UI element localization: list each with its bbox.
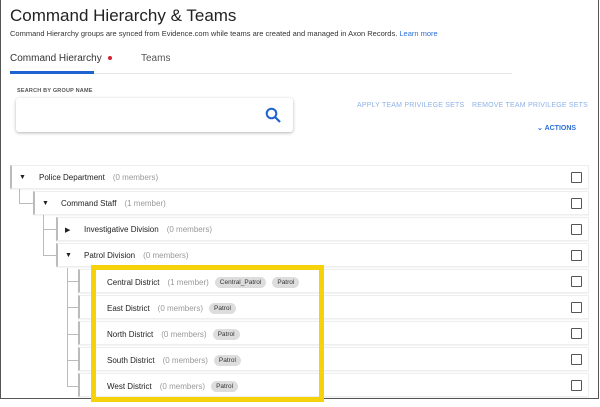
tree-connector [67,386,78,387]
row-checkbox[interactable] [571,354,582,365]
row-checkbox[interactable] [571,250,582,261]
team-chip: Patrol [211,381,239,392]
caret-down-icon[interactable]: ▼ [65,252,72,259]
group-name: South District [107,356,155,365]
page-title: Command Hierarchy & Teams [10,6,237,25]
group-name: East District [107,304,150,313]
group-name: Patrol Division [84,251,136,260]
tab-teams[interactable]: Teams [141,53,170,64]
active-tab-underline [10,71,94,74]
learn-more-link[interactable]: Learn more [399,29,437,38]
tree-row-east-district[interactable]: East District (0 members) Patrol [78,295,589,319]
chevron-down-icon: ⌄ [537,125,543,132]
actions-button[interactable]: ⌄ ACTIONS [537,124,576,132]
apply-team-privilege-sets-button[interactable]: APPLY TEAM PRIVILEGE SETS [357,102,464,109]
member-count: (0 members) [143,251,189,260]
member-count: (0 members) [162,356,208,365]
remove-team-privilege-sets-button[interactable]: REMOVE TEAM PRIVILEGE SETS [472,102,588,109]
team-chip: Patrol [213,355,241,366]
row-checkbox[interactable] [571,172,582,183]
caret-down-icon[interactable]: ▼ [42,200,49,207]
tree-row-south-district[interactable]: South District (0 members) Patrol [78,347,589,371]
member-count: (0 members) [159,382,206,391]
tree-row-investigative-division[interactable]: ▶ Investigative Division (0 members) [56,217,589,241]
tree-connector [43,229,56,230]
member-count: (0 members) [161,330,207,339]
team-chip: Central_Patrol [214,277,267,288]
caret-down-icon[interactable]: ▼ [19,174,26,181]
tree-connector [19,203,33,204]
tree-connector [43,215,44,255]
tree-row-central-district[interactable]: Central District (1 member) Central_Patrol… [78,269,589,293]
tree-connector [43,255,56,256]
notification-dot [107,56,112,61]
search-label: SEARCH BY GROUP NAME [17,88,93,94]
member-count: (1 member) [124,199,166,208]
row-checkbox[interactable] [571,302,582,313]
row-checkbox[interactable] [571,224,582,235]
row-checkbox[interactable] [571,198,582,209]
group-name: Police Department [39,173,105,182]
tree-row-command-staff[interactable]: ▼ Command Staff (1 member) [33,191,589,215]
tree-row-patrol-division[interactable]: ▼ Patrol Division (0 members) [56,243,589,267]
group-name: Investigative Division [84,225,159,234]
member-count: (0 members) [166,225,213,234]
team-chip: Patrol [272,277,300,288]
row-checkbox[interactable] [571,276,582,287]
tree-row-west-district[interactable]: West District (0 members) Patrol [78,373,589,397]
tab-label: Command Hierarchy [10,53,102,64]
tree-connector [19,189,20,203]
team-chip: Patrol [209,303,236,314]
member-count: (0 members) [112,173,159,182]
page-subtitle: Command Hierarchy groups are synced from… [10,29,438,38]
tree-connector [67,307,78,308]
search-input[interactable] [16,98,293,132]
member-count: (0 members) [157,304,204,313]
search-icon[interactable] [265,107,281,123]
tree-connector [67,281,78,282]
caret-right-icon[interactable]: ▶ [65,226,70,234]
group-name: North District [107,330,154,339]
tree-connector [67,334,78,335]
subtitle-text: Command Hierarchy groups are synced from… [10,29,398,38]
row-checkbox[interactable] [571,380,582,391]
group-name: Central District [107,278,160,287]
group-name: Command Staff [61,199,117,208]
tab-bar: Command Hierarchy Teams [10,50,512,74]
team-chip: Patrol [212,329,240,340]
member-count: (1 member) [167,278,209,287]
tree-row-north-district[interactable]: North District (0 members) Patrol [78,321,589,345]
tree-row-police-department[interactable]: ▼ Police Department (0 members) [10,165,589,189]
group-name: West District [107,382,152,391]
row-checkbox[interactable] [571,328,582,339]
actions-label: ACTIONS [544,125,577,132]
tree-connector [67,268,68,386]
tree-connector [67,360,78,361]
tab-command-hierarchy[interactable]: Command Hierarchy [10,53,112,64]
